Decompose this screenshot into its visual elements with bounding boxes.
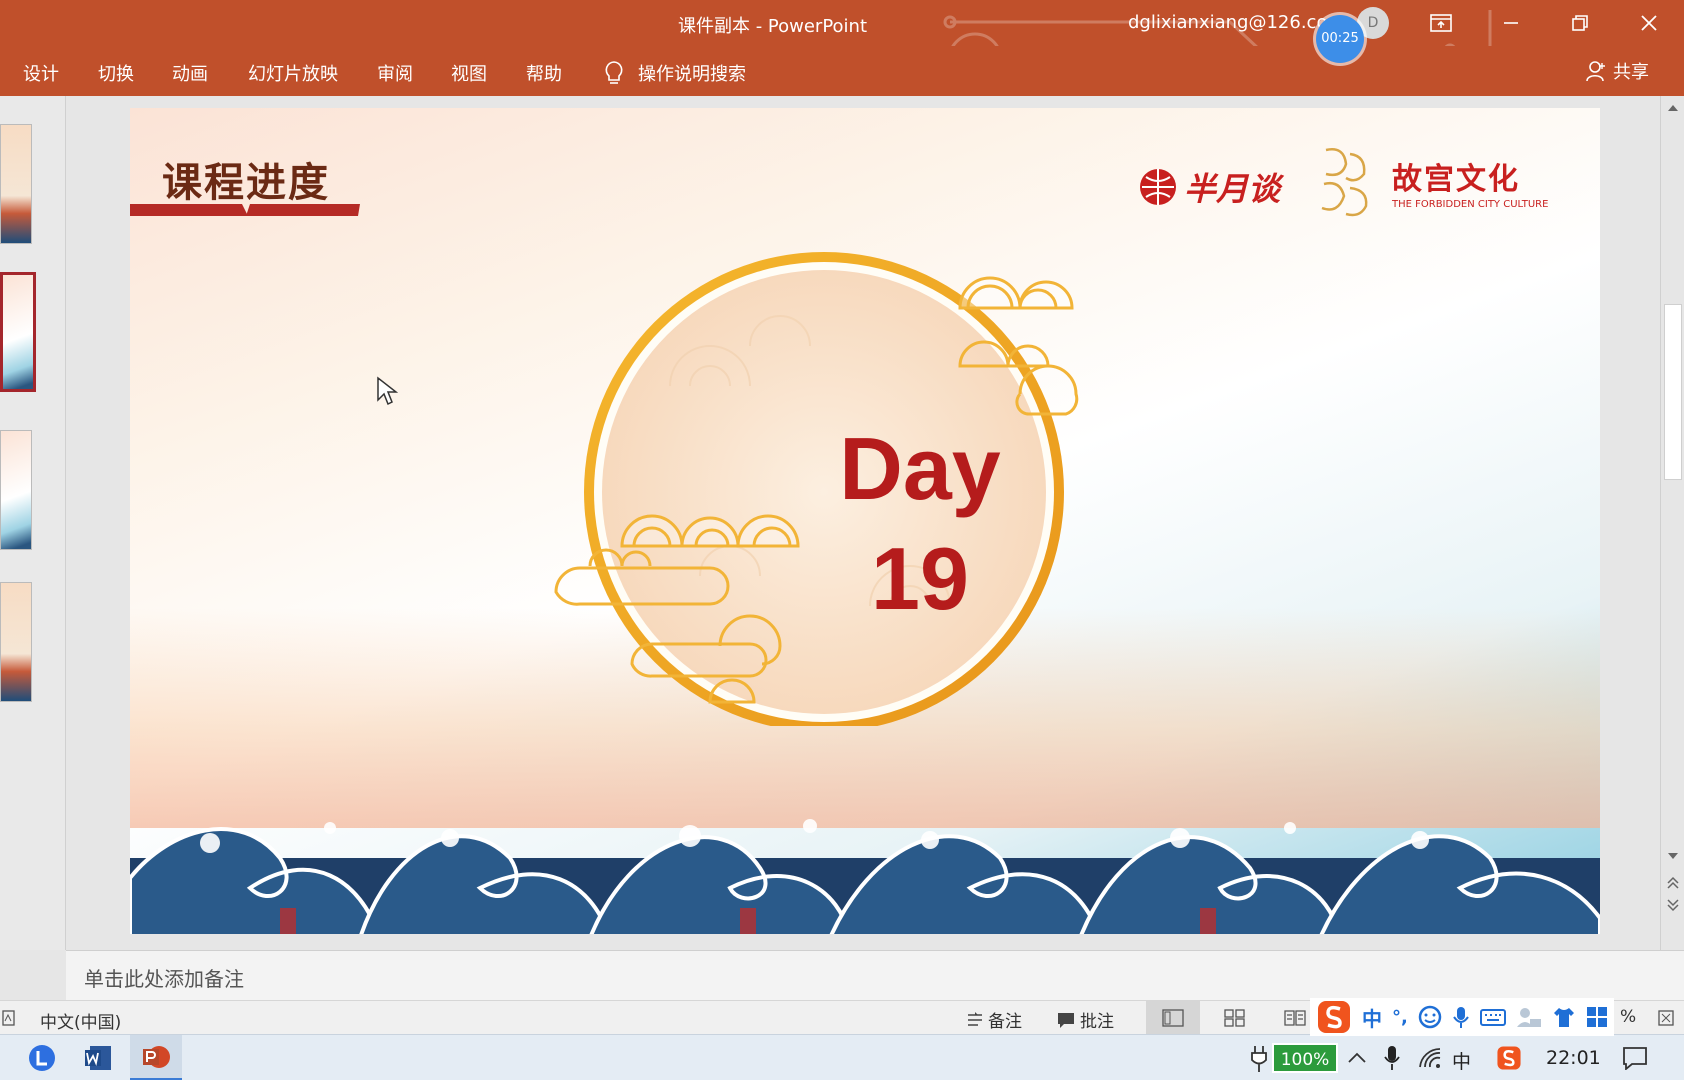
banyuetan-logo: 半月谈	[1138, 164, 1280, 210]
palace-culture-label: 故宫文化	[1392, 162, 1520, 197]
slide-thumbnail-selected[interactable]	[0, 272, 36, 392]
normal-view-icon	[1162, 1009, 1184, 1027]
slide-sorter-icon[interactable]	[1224, 1009, 1246, 1027]
tab-view[interactable]: 视图	[451, 60, 487, 86]
l-app-icon	[29, 1045, 55, 1071]
taskbar-app-powerpoint[interactable]	[130, 1035, 182, 1080]
tab-slideshow[interactable]: 幻灯片放映	[248, 60, 338, 86]
next-slide-icon[interactable]	[1667, 898, 1679, 912]
minimize-icon	[1504, 22, 1518, 24]
system-clock[interactable]: 22:01	[1546, 1047, 1601, 1069]
user-tools-icon[interactable]	[1516, 1006, 1542, 1028]
day-label: Day	[839, 419, 1001, 518]
notes-pane[interactable]: 单击此处添加备注	[66, 950, 1684, 1000]
powerpoint-icon	[143, 1045, 170, 1068]
globe-icon	[1140, 169, 1176, 205]
ribbon-display-options-button[interactable]	[1406, 0, 1476, 46]
person-icon	[1586, 61, 1605, 82]
lightbulb-icon	[605, 61, 623, 84]
comment-icon	[1058, 1012, 1074, 1028]
slide-thumbnails-pane	[0, 96, 66, 950]
slide-thumbnail[interactable]	[0, 582, 32, 702]
notes-label: 备注	[988, 1012, 1022, 1032]
previous-slide-icon[interactable]	[1667, 876, 1679, 890]
slide-canvas[interactable]: 课程进度 半月谈 故宫文化 THE FORBIDDEN CITY CULTURE	[130, 108, 1600, 934]
zoom-percent-suffix[interactable]: %	[1620, 1007, 1636, 1027]
sogou-tray-icon[interactable]	[1496, 1045, 1522, 1071]
close-button[interactable]	[1614, 0, 1684, 46]
tell-me-label: 操作说明搜索	[638, 64, 746, 85]
wifi-icon[interactable]	[1418, 1047, 1442, 1069]
notes-icon	[968, 1011, 982, 1026]
keyboard-icon[interactable]	[1479, 1007, 1506, 1027]
tell-me-search[interactable]: 操作说明搜索	[604, 60, 746, 86]
ime-punctuation-indicator[interactable]: °,	[1392, 1007, 1408, 1028]
comments-label: 批注	[1080, 1012, 1114, 1032]
word-icon	[85, 1046, 111, 1070]
minimize-button[interactable]	[1476, 0, 1546, 46]
banyuetan-label: 半月谈	[1184, 170, 1281, 208]
day-number: 19	[871, 529, 969, 628]
waves-decoration	[130, 819, 1600, 934]
share-label: 共享	[1613, 62, 1649, 83]
scrollbar-thumb[interactable]	[1664, 304, 1682, 480]
input-language-indicator[interactable]: 中	[1452, 1047, 1471, 1074]
ime-toolbar: 中 °,	[1310, 998, 1614, 1036]
ribbon-tabs: 设计 切换 动画 幻灯片放映 审阅 视图 帮助 操作说明搜索 共享	[0, 46, 1684, 96]
spelling-check-icon[interactable]	[2, 1009, 16, 1027]
title-bar: 课件副本 - PowerPoint dglixianxiang@126.com …	[0, 0, 1684, 88]
share-button[interactable]: 共享	[1585, 58, 1649, 84]
microphone-icon[interactable]	[1452, 1005, 1470, 1029]
seal-icon	[1321, 148, 1368, 217]
skin-shirt-icon[interactable]	[1552, 1006, 1576, 1028]
normal-view-button[interactable]	[1146, 1001, 1200, 1035]
comments-button[interactable]: 批注	[1056, 1007, 1114, 1032]
scroll-down-icon[interactable]	[1667, 852, 1679, 862]
restore-button[interactable]	[1545, 0, 1615, 46]
emoji-icon[interactable]	[1418, 1005, 1442, 1029]
ribbon-display-icon	[1430, 14, 1452, 32]
tab-help[interactable]: 帮助	[526, 60, 562, 86]
slide-title: 课程进度	[162, 160, 330, 206]
battery-level[interactable]: 100%	[1272, 1043, 1338, 1073]
sogou-logo-icon[interactable]	[1316, 999, 1352, 1035]
palace-culture-english: THE FORBIDDEN CITY CULTURE	[1392, 199, 1549, 210]
microphone-tray-icon[interactable]	[1384, 1045, 1400, 1071]
tab-transitions[interactable]: 切换	[98, 60, 134, 86]
account-name[interactable]: dglixianxiang@126.com	[1128, 12, 1328, 33]
recording-timer[interactable]: 00:25	[1316, 15, 1364, 63]
scroll-up-icon[interactable]	[1667, 102, 1679, 112]
slide-thumbnail[interactable]	[0, 430, 32, 550]
slide-thumbnail[interactable]	[0, 124, 32, 244]
mouse-cursor-icon	[377, 376, 398, 406]
tab-design[interactable]: 设计	[23, 60, 59, 86]
palace-culture-logo: 故宫文化 THE FORBIDDEN CITY CULTURE	[1392, 154, 1548, 210]
title-underline	[130, 204, 360, 216]
taskbar-app-word[interactable]	[72, 1035, 124, 1080]
notes-button[interactable]: 备注	[966, 1007, 1022, 1032]
toolbox-grid-icon[interactable]	[1586, 1006, 1608, 1028]
tab-animations[interactable]: 动画	[172, 60, 208, 86]
power-plug-icon[interactable]	[1250, 1045, 1268, 1073]
taskbar-app-l[interactable]	[16, 1035, 68, 1080]
vertical-scrollbar[interactable]	[1660, 96, 1684, 950]
notes-placeholder: 单击此处添加备注	[84, 967, 244, 991]
close-icon	[1641, 15, 1657, 31]
language-indicator[interactable]: 中文(中国)	[40, 1008, 121, 1033]
taskbar: 100% 中 22:01	[0, 1034, 1684, 1080]
tab-review[interactable]: 审阅	[377, 60, 413, 86]
show-hidden-icons-icon[interactable]	[1348, 1051, 1366, 1063]
fit-to-window-icon[interactable]	[1658, 1010, 1674, 1026]
reading-view-icon[interactable]	[1284, 1009, 1306, 1027]
action-center-icon[interactable]	[1622, 1046, 1648, 1070]
ime-mode-indicator[interactable]: 中	[1362, 1003, 1382, 1032]
restore-icon	[1572, 15, 1588, 31]
